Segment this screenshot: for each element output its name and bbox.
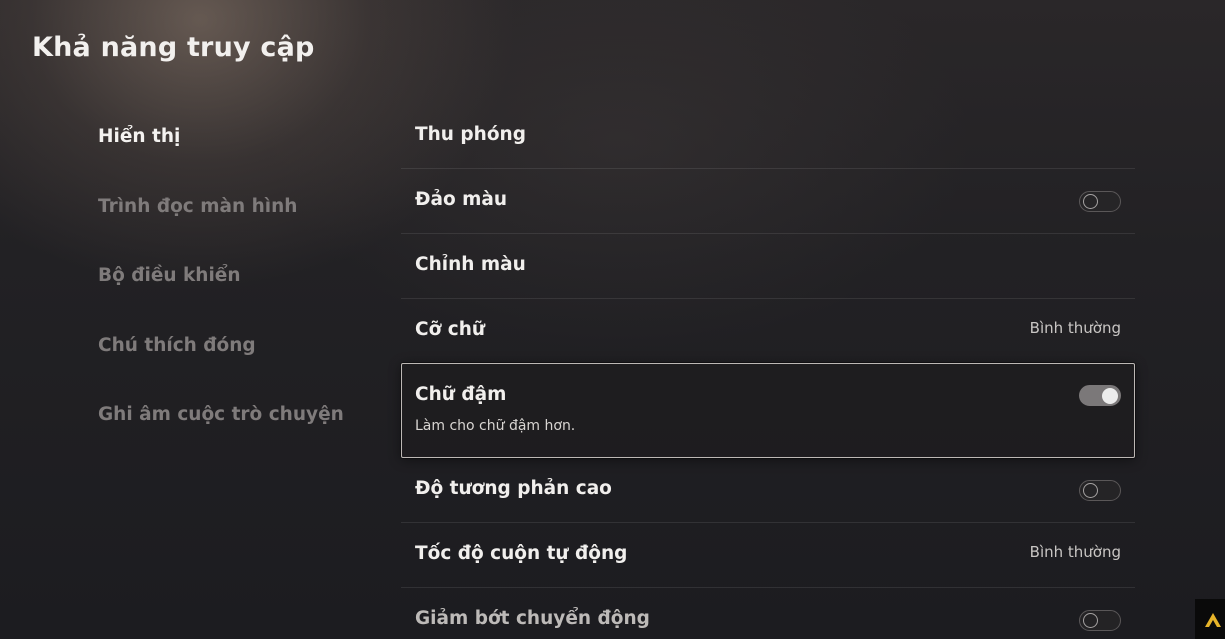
setting-high-contrast[interactable]: Độ tương phản cao — [401, 458, 1135, 523]
sidebar-item-closed-captions[interactable]: Chú thích đóng — [98, 327, 388, 397]
setting-label: Chữ đậm — [415, 384, 507, 405]
setting-reduce-motion[interactable]: Giảm bớt chuyển động — [401, 588, 1135, 639]
setting-label: Độ tương phản cao — [415, 478, 612, 499]
setting-description: Làm cho chữ đậm hơn. — [415, 418, 576, 434]
toggle-knob — [1102, 387, 1118, 404]
high-contrast-toggle[interactable] — [1079, 480, 1121, 501]
sidebar-item-screen-reader[interactable]: Trình đọc màn hình — [98, 188, 388, 258]
toggle-knob — [1083, 483, 1098, 498]
setting-auto-scroll-speed[interactable]: Tốc độ cuộn tự động Bình thường — [401, 523, 1135, 588]
setting-label: Chỉnh màu — [415, 254, 526, 275]
setting-label: Thu phóng — [415, 124, 526, 145]
setting-label: Tốc độ cuộn tự động — [415, 543, 628, 564]
corner-logo — [1195, 599, 1225, 639]
setting-color-correction[interactable]: Chỉnh màu — [401, 234, 1135, 299]
setting-zoom[interactable]: Thu phóng — [401, 104, 1135, 169]
setting-label: Đảo màu — [415, 189, 508, 210]
setting-label: Giảm bớt chuyển động — [415, 608, 650, 629]
sidebar-item-chat-transcription[interactable]: Ghi âm cuộc trò chuyện — [98, 396, 388, 466]
setting-bold-text[interactable]: Chữ đậm Làm cho chữ đậm hơn. — [401, 363, 1135, 458]
bold-text-toggle[interactable] — [1079, 385, 1121, 406]
logo-icon — [1205, 613, 1221, 627]
reduce-motion-toggle[interactable] — [1079, 610, 1121, 631]
setting-label: Cỡ chữ — [415, 319, 486, 340]
setting-text-size[interactable]: Cỡ chữ Bình thường — [401, 299, 1135, 364]
sidebar-item-display[interactable]: Hiển thị — [98, 118, 388, 188]
invert-colors-toggle[interactable] — [1079, 191, 1121, 212]
toggle-knob — [1083, 613, 1098, 628]
sidebar-item-controllers[interactable]: Bộ điều khiển — [98, 257, 388, 327]
setting-value: Bình thường — [1029, 543, 1121, 561]
setting-invert-colors[interactable]: Đảo màu — [401, 169, 1135, 234]
sidebar: Hiển thị Trình đọc màn hình Bộ điều khiể… — [98, 118, 388, 466]
toggle-knob — [1083, 194, 1098, 209]
page-title: Khả năng truy cập — [32, 32, 315, 63]
setting-value: Bình thường — [1029, 319, 1121, 337]
accessibility-screen: Khả năng truy cập Hiển thị Trình đọc màn… — [0, 0, 1225, 639]
settings-list: Thu phóng Đảo màu Chỉnh màu Cỡ chữ Bình … — [401, 104, 1135, 639]
